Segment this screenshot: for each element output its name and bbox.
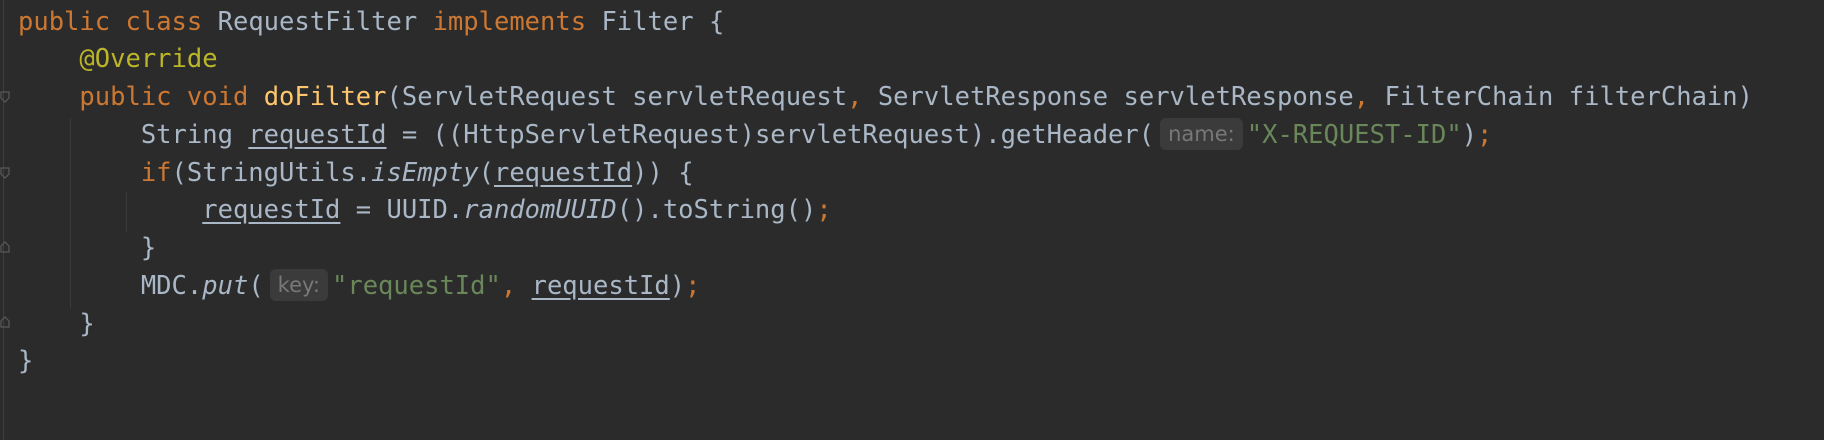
open-paren: ( [248, 271, 264, 301]
comma: , [847, 82, 863, 112]
class-name: RequestFilter [217, 7, 418, 37]
static-method: put [202, 271, 249, 301]
keyword-class: class [125, 7, 203, 37]
close-paren: ) [1737, 82, 1753, 112]
fold-marker-icon[interactable] [0, 167, 10, 179]
param-name: filterChain [1568, 82, 1738, 112]
annotation-override: @Override [79, 44, 218, 74]
semicolon: ; [816, 195, 832, 225]
parameter-hint: key: [269, 269, 328, 301]
semicolon: ; [1477, 120, 1493, 150]
keyword-public: public [18, 7, 111, 37]
static-method: isEmpty [371, 158, 479, 188]
expression: = ((HttpServletRequest)servletRequest).g… [401, 120, 1155, 150]
variable-request-id: requestId [493, 158, 633, 188]
keyword-if: if [140, 158, 172, 188]
close-brace: } [18, 346, 34, 376]
expression: = UUID. [355, 195, 464, 225]
fold-marker-icon[interactable] [0, 91, 10, 103]
keyword-public: public [79, 82, 172, 112]
open-brace: { [708, 7, 725, 37]
close-paren: ) [1461, 120, 1478, 150]
comma: , [500, 271, 517, 301]
string-literal: "X-REQUEST-ID" [1246, 120, 1462, 150]
param-type: ServletRequest [401, 82, 617, 112]
variable-request-id: requestId [531, 271, 670, 301]
open-paren: ( [478, 158, 494, 188]
type-name: String [140, 120, 233, 150]
param-type: ServletResponse [877, 82, 1109, 112]
close-paren: )) { [632, 158, 694, 188]
close-paren: ) [669, 271, 686, 301]
string-literal: "requestId" [331, 271, 501, 301]
comma: , [1353, 82, 1370, 112]
object-name: MDC. [140, 271, 203, 301]
variable-request-id: requestId [248, 120, 387, 150]
static-method: randomUUID [463, 195, 617, 225]
fold-end-marker-icon[interactable] [0, 316, 10, 328]
expression-rest: ().toString() [616, 195, 817, 225]
code-line-mdc-put[interactable]: MDC.put(key: "requestId", requestId); [18, 264, 700, 308]
fold-end-marker-icon[interactable] [0, 241, 10, 253]
keyword-void: void [186, 82, 249, 112]
param-type: FilterChain [1384, 82, 1554, 112]
keyword-implements: implements [432, 7, 587, 37]
semicolon: ; [685, 271, 701, 301]
interface-name: Filter [601, 7, 694, 37]
code-line-class-close[interactable]: } [18, 339, 33, 383]
param-name: servletResponse [1123, 82, 1354, 112]
parameter-hint: name: [1160, 118, 1243, 150]
code-editor[interactable]: public class RequestFilter implements Fi… [0, 0, 1824, 440]
gutter-divider [3, 0, 4, 440]
method-name: doFilter [263, 82, 387, 112]
static-call: (StringUtils. [171, 158, 372, 188]
open-paren: ( [386, 82, 402, 112]
variable-request-id: requestId [202, 195, 341, 225]
close-brace: } [79, 309, 95, 339]
close-brace: } [140, 233, 157, 263]
param-name: servletRequest [632, 82, 848, 112]
